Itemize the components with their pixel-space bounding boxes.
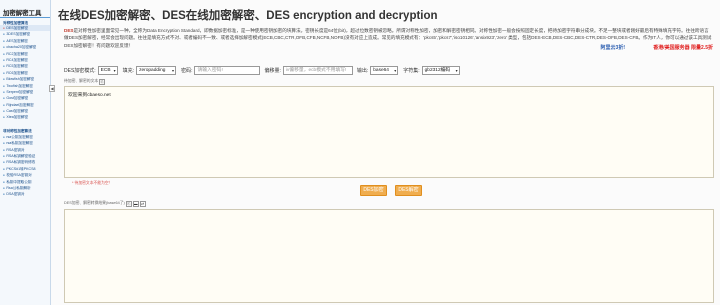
options-bar: DES加密模式: ECB 填充: zeropadding 密码: 请输入密码! … [64,65,465,75]
clear-icon[interactable]: ▬ [132,200,139,207]
padding-label: 填充: [122,67,135,74]
iv-label: 偏移量: [264,67,281,74]
output-select[interactable]: base64 [370,65,399,75]
input-warning: * 待加密文本不能为空！ [72,181,113,185]
key-label: 密码: [181,67,193,74]
encrypt-button[interactable]: DES加密 [360,185,387,196]
output-textarea[interactable] [64,209,714,303]
padding-select[interactable]: zeropadding [136,65,177,75]
charset-select[interactable]: gb2312编码 [421,65,460,75]
input-textarea[interactable]: 欢迎来到cbaeso.net [64,86,714,178]
sidebar-title: 加密解密工具 [0,0,50,18]
sidebar-item-dsa[interactable]: DSA密钥对 [0,191,50,197]
mode-select[interactable]: ECB [97,65,118,75]
input-label: 待加密、解密的文本 [64,79,99,83]
output-label: 输出: [356,67,369,74]
input-label-row: 待加密、解密的文本 ⎘ [64,78,106,85]
iv-input[interactable]: iv偏移量，ecb模式不用填写! [282,65,353,75]
output-area-label: DES加密、解密转换结果(base64了) [64,201,125,205]
key-input[interactable]: 请输入密码! [194,65,261,75]
main-content: 在线DES加密解密、DES在线加密解密、DES encryption and d… [58,0,715,305]
mode-label: DES加密模式: [64,67,96,74]
output-label-row: DES加密、解密转换结果(base64了) ⎘ ▬ ⇄ [64,200,146,207]
sidebar: 加密解密工具 对称性加密算法 DES加密解密 3DES加密解密 AES加密解密 … [0,0,51,305]
copy-icon[interactable]: ⎘ [125,200,132,207]
promo-server-link[interactable]: 香港/美国服务器 限量2.5折 [653,44,713,51]
swap-icon[interactable]: ⇄ [139,200,146,207]
page-title: 在线DES加密解密、DES在线加密解密、DES encryption and d… [58,10,438,22]
promo-cloud-link[interactable]: 阿里云3折! [601,44,625,51]
decrypt-button[interactable]: DES解密 [395,185,422,196]
collapse-arrow-icon[interactable]: ◀ [49,85,55,92]
charset-label: 字符集: [403,67,420,74]
sidebar-section-symmetric: 对称性加密算法 [3,21,29,25]
copy-icon[interactable]: ⎘ [99,78,106,85]
sidebar-section-asymmetric: 非对称性加密算法 [3,128,32,133]
